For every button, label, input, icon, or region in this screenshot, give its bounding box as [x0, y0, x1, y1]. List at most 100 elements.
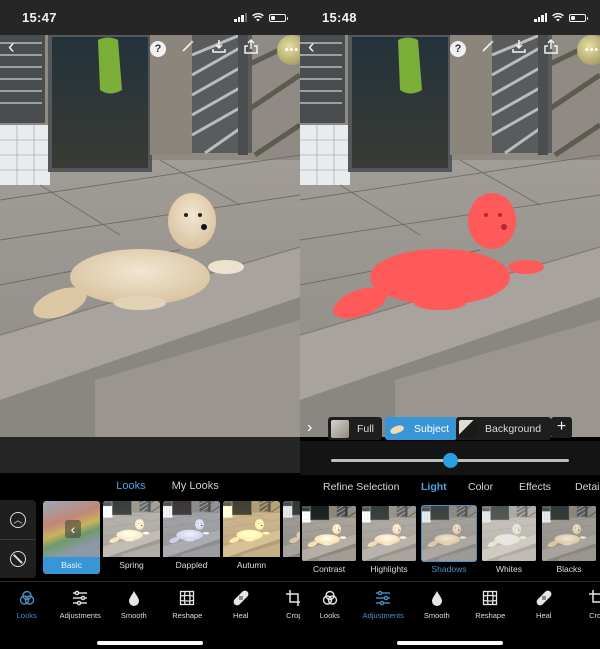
look-thumbnail: [283, 501, 300, 557]
chevron-right-icon[interactable]: ›: [307, 419, 312, 437]
look-label: Spring: [119, 560, 144, 570]
add-selection-button[interactable]: +: [551, 417, 572, 438]
status-icons: [534, 13, 588, 22]
nav-label: Looks: [319, 611, 340, 620]
preset-shadows[interactable]: Shadows: [421, 505, 477, 574]
bottom-nav: Looks Adjustments Smooth Reshape Heal Crop: [0, 581, 300, 649]
selection-subject[interactable]: Subject: [385, 417, 458, 440]
look-dappled[interactable]: Dappled: [163, 501, 220, 574]
back-button[interactable]: ‹: [308, 37, 315, 57]
nav-heal[interactable]: Heal: [517, 590, 571, 620]
nav-label: Reshape: [172, 611, 203, 620]
tab-refine-selection[interactable]: Refine Selection: [323, 481, 421, 493]
tab-looks[interactable]: Looks: [116, 480, 145, 492]
nav-heal[interactable]: Heal: [214, 590, 268, 620]
nav-looks[interactable]: Looks: [0, 590, 54, 620]
selection-background[interactable]: Background: [456, 417, 552, 440]
sliders-icon: [70, 590, 90, 606]
selection-bar: › Full Subject Background +: [300, 417, 600, 441]
help-button[interactable]: ?: [150, 41, 166, 57]
preset-whites[interactable]: Whites: [482, 506, 536, 574]
nav-adjustments[interactable]: Adjustments: [357, 590, 411, 620]
wifi-icon: [552, 13, 564, 22]
selection-full[interactable]: Full: [328, 417, 382, 440]
look-partial[interactable]: V: [283, 501, 300, 574]
reset-button[interactable]: [0, 539, 36, 578]
help-button[interactable]: ?: [450, 41, 466, 57]
nav-label: Looks: [16, 611, 37, 620]
nav-crop[interactable]: Crop: [571, 590, 600, 620]
tab-effects[interactable]: Effects: [519, 481, 575, 493]
look-basic[interactable]: ‹ Basic: [43, 501, 100, 574]
canvas-footer: [0, 437, 300, 473]
look-spring[interactable]: Spring: [103, 501, 160, 574]
look-thumbnail: [163, 501, 220, 557]
nav-reshape[interactable]: Reshape: [464, 590, 518, 620]
download-icon[interactable]: [212, 39, 226, 59]
crop-icon: [587, 590, 600, 606]
look-autumn[interactable]: Autumn: [223, 501, 280, 574]
preset-thumbnail: [482, 506, 536, 561]
more-button[interactable]: •••: [577, 35, 600, 65]
nav-reshape[interactable]: Reshape: [161, 590, 215, 620]
side-buttons: ︿: [0, 500, 36, 578]
status-icons: [234, 13, 288, 22]
back-button[interactable]: ‹: [8, 37, 15, 57]
looks-list: ‹ Basic Spring Dappled Autumn: [43, 501, 300, 574]
status-bar: 15:48: [300, 0, 600, 35]
slider-thumb[interactable]: [442, 453, 458, 468]
tab-my-looks[interactable]: My Looks: [172, 480, 219, 492]
look-label: Autumn: [236, 560, 267, 570]
drop-icon: [427, 590, 447, 606]
preset-contrast[interactable]: Contrast: [302, 506, 356, 574]
magic-wand-icon[interactable]: [181, 39, 195, 59]
preset-label: Highlights: [370, 564, 408, 574]
photo-image: [422, 506, 476, 561]
status-time: 15:47: [22, 10, 57, 25]
look-thumbnail: [103, 501, 160, 557]
crop-icon: [284, 590, 300, 606]
magic-wand-icon[interactable]: [481, 39, 495, 59]
bandage-icon: [534, 590, 554, 606]
nav-label: Smooth: [120, 611, 147, 620]
tab-color[interactable]: Color: [468, 481, 519, 493]
light-presets: Contrast Highlights Shadows Whites Black…: [302, 505, 596, 574]
looks-icon: [320, 590, 340, 606]
photo-image: [302, 506, 356, 561]
nav-crop[interactable]: Crop: [268, 590, 300, 620]
preset-label: Blacks: [556, 564, 582, 574]
nav-smooth[interactable]: Smooth: [410, 590, 464, 620]
chevron-up-icon: ︿: [10, 511, 26, 528]
nav-adjustments[interactable]: Adjustments: [54, 590, 108, 620]
nav-looks[interactable]: Looks: [303, 590, 357, 620]
nav-smooth[interactable]: Smooth: [107, 590, 161, 620]
photo-canvas[interactable]: [0, 35, 300, 437]
photo-canvas[interactable]: [300, 35, 600, 437]
nav-label: Crop: [589, 611, 600, 620]
nav-label: Adjustments: [59, 611, 101, 620]
preset-thumbnail: [362, 506, 416, 561]
preset-label: Whites: [496, 564, 522, 574]
sliders-icon: [373, 590, 393, 606]
chevron-left-icon[interactable]: ‹: [65, 520, 81, 538]
preset-thumbnail: [542, 506, 596, 561]
preset-thumbnail: [302, 506, 356, 561]
screen-adjustments: 15:48 ‹ ? ••• › Full Subject Background …: [300, 0, 600, 649]
more-button[interactable]: •••: [277, 35, 300, 65]
look-thumbnail: ‹: [43, 501, 100, 557]
preset-highlights[interactable]: Highlights: [362, 506, 416, 574]
preset-blacks[interactable]: Blacks: [542, 506, 596, 574]
expand-button[interactable]: ︿: [0, 500, 36, 539]
status-bar: 15:47: [0, 0, 300, 35]
nav-label: Heal: [233, 611, 249, 620]
share-icon[interactable]: [544, 38, 558, 60]
tab-light[interactable]: Light: [421, 481, 468, 493]
nav-label: Reshape: [475, 611, 506, 620]
adjustment-tabs: Refine Selection Light Color Effects Det…: [323, 481, 600, 493]
ban-icon: [10, 551, 26, 567]
download-icon[interactable]: [512, 39, 526, 59]
tab-detail[interactable]: Detail: [575, 481, 600, 493]
photo-image: [542, 506, 596, 561]
screen-looks: 15:47 ‹ ? ••• Looks My Looks ︿ ‹ Basic S…: [0, 0, 300, 649]
share-icon[interactable]: [244, 38, 258, 60]
